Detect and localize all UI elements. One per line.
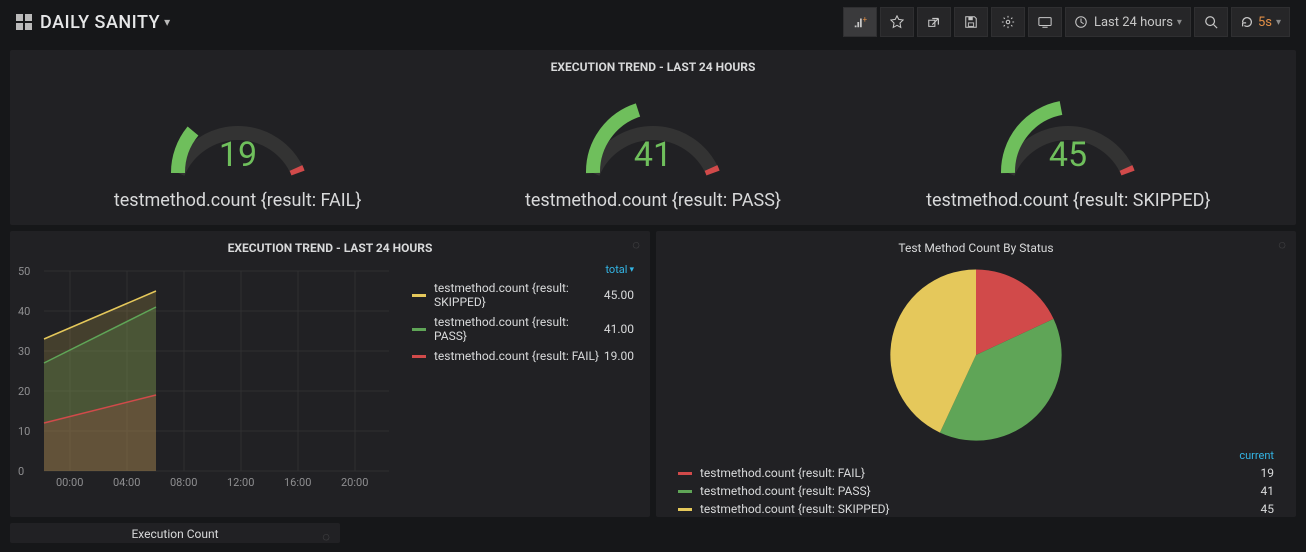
legend-row[interactable]: testmethod.count {result: SKIPPED} 45.00 [406,278,640,312]
legend-row[interactable]: testmethod.count {result: PASS} 41.00 [406,312,640,346]
trend-legend: total testmethod.count {result: SKIPPED}… [394,261,640,491]
legend-row[interactable]: testmethod.count {result: FAIL} 19 [672,464,1280,482]
svg-text:45: 45 [1049,135,1087,175]
svg-text:16:00: 16:00 [284,476,311,489]
pie-chart [886,265,1066,445]
series-color-swatch [412,328,426,331]
series-color-swatch [678,490,692,493]
legend-header-current[interactable]: current [1239,449,1274,462]
svg-text:12:00: 12:00 [227,476,254,489]
panel-gauges: EXECUTION TREND - LAST 24 HOURS 19 testm… [10,50,1296,225]
time-range-caret-icon: ▾ [1177,17,1182,28]
svg-text:20:00: 20:00 [341,476,368,489]
refresh-interval-label: 5s [1258,15,1272,30]
gauge-fail: 19 testmethod.count {result: FAIL} [68,88,408,211]
panel-pie-status: ◌ Test Method Count By Status current te… [656,231,1296,517]
svg-text:30: 30 [18,345,30,358]
svg-text:19: 19 [219,135,257,175]
svg-text:0: 0 [18,465,24,478]
series-color-swatch [678,472,692,475]
series-color-swatch [678,508,692,511]
title-dropdown-caret-icon[interactable]: ▾ [164,15,170,29]
panel-title: EXECUTION TREND - LAST 24 HOURS [10,231,650,261]
refresh-button[interactable]: 5s ▾ [1231,7,1290,37]
panel-title: Test Method Count By Status [656,231,1296,261]
trend-chart: 0 10 20 30 40 50 00:00 04:00 08:00 12:00… [14,261,394,491]
cycle-view-button[interactable] [1028,7,1062,37]
svg-text:10: 10 [18,425,30,438]
svg-text:41: 41 [634,135,672,175]
dashboard-grid-icon[interactable] [16,14,32,30]
svg-text:40: 40 [18,305,30,318]
time-range-button[interactable]: Last 24 hours ▾ [1065,7,1191,37]
add-panel-button[interactable]: + [843,7,877,37]
svg-text:+: + [863,15,867,24]
svg-text:50: 50 [18,265,30,278]
series-color-swatch [412,294,426,297]
zoom-out-button[interactable] [1194,7,1228,37]
legend-sort-total[interactable]: total [605,263,634,276]
panel-title: Execution Count [10,523,340,545]
refresh-caret-icon: ▾ [1276,17,1281,28]
star-button[interactable] [880,7,914,37]
gauge-label: testmethod.count {result: PASS} [483,190,823,211]
gauge-skipped: 45 testmethod.count {result: SKIPPED} [898,88,1238,211]
dashboard-title[interactable]: DAILY SANITY [40,12,160,33]
svg-text:00:00: 00:00 [56,476,83,489]
panel-menu-icon[interactable]: ◌ [1278,237,1286,253]
panel-execution-count: ◌ Execution Count [10,523,340,543]
legend-row[interactable]: testmethod.count {result: FAIL} 19.00 [406,346,640,366]
panel-menu-icon[interactable]: ◌ [322,529,330,545]
series-color-swatch [412,355,426,358]
gauge-label: testmethod.count {result: FAIL} [68,190,408,211]
time-range-label: Last 24 hours [1094,15,1173,30]
svg-text:08:00: 08:00 [170,476,197,489]
pie-legend: current testmethod.count {result: FAIL} … [672,449,1280,518]
svg-text:20: 20 [18,385,30,398]
panel-execution-trend: ◌ EXECUTION TREND - LAST 24 HOURS [10,231,650,517]
gauge-pass: 41 testmethod.count {result: PASS} [483,88,823,211]
gauge-label: testmethod.count {result: SKIPPED} [898,190,1238,211]
legend-row[interactable]: testmethod.count {result: SKIPPED} 45 [672,500,1280,518]
share-button[interactable] [917,7,951,37]
svg-text:04:00: 04:00 [113,476,140,489]
panel-menu-icon[interactable]: ◌ [632,237,640,253]
panel-title: EXECUTION TREND - LAST 24 HOURS [10,50,1296,80]
settings-button[interactable] [991,7,1025,37]
save-button[interactable] [954,7,988,37]
legend-row[interactable]: testmethod.count {result: PASS} 41 [672,482,1280,500]
